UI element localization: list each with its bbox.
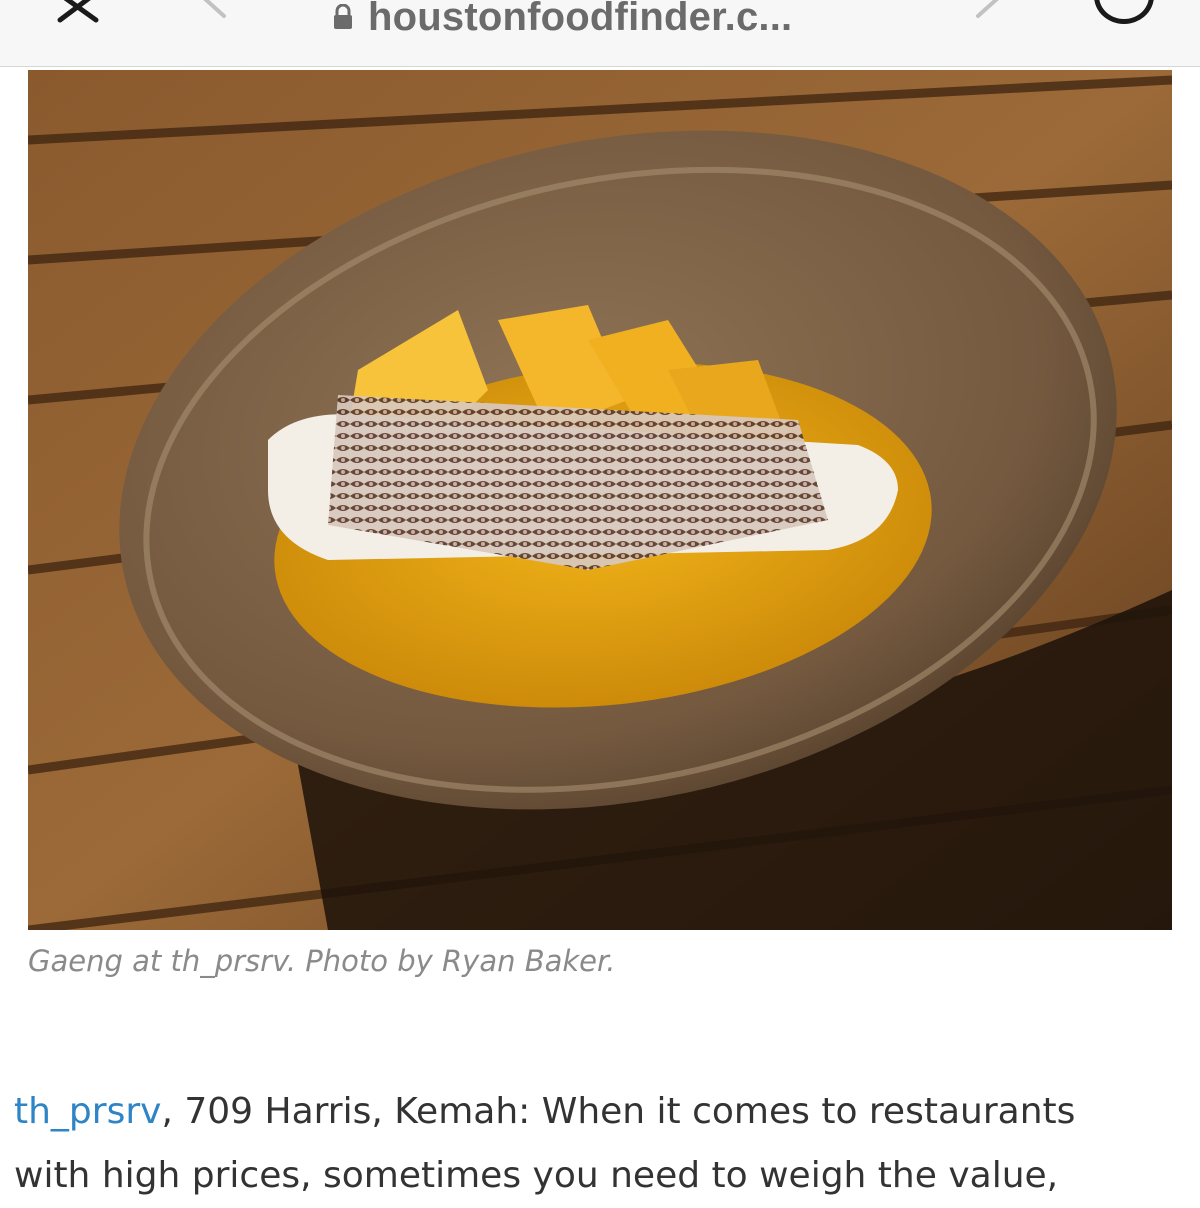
more-icon[interactable] — [1094, 0, 1154, 24]
restaurant-link[interactable]: th_prsrv — [14, 1091, 161, 1132]
browser-toolbar: houstonfoodfinder.c... — [0, 0, 1200, 67]
article-paragraph: th_prsrv, 709 Harris, Kemah: When it com… — [14, 1080, 1190, 1208]
url-text: houstonfoodfinder.c... — [368, 0, 793, 39]
chevron-right-icon[interactable] — [972, 0, 1006, 22]
paragraph-line-1: , 709 Harris, Kemah: When it comes to re… — [161, 1091, 1076, 1132]
close-icon[interactable] — [50, 0, 106, 24]
photo-caption: Gaeng at th_prsrv. Photo by Ryan Baker. — [28, 944, 616, 978]
lock-icon — [334, 4, 352, 29]
chevron-left-icon[interactable] — [196, 0, 230, 22]
article-photo — [28, 70, 1172, 930]
address-bar[interactable]: houstonfoodfinder.c... — [332, 0, 792, 40]
food-photo-illustration — [28, 70, 1172, 930]
paragraph-line-2: with high prices, sometimes you need to … — [14, 1155, 1059, 1196]
